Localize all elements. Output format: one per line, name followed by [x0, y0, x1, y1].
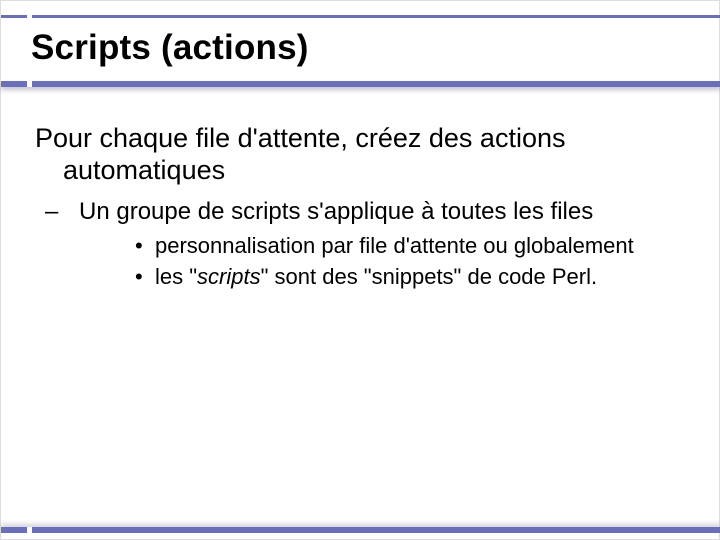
title-block: Scripts (actions) [27, 18, 695, 82]
slide-title: Scripts (actions) [31, 28, 695, 68]
dash-marker: – [63, 197, 79, 226]
bullet-item-1: personnalisation par file d'attente ou g… [135, 232, 675, 259]
bullet-2-post: " sont des "snippets" de code Perl. [261, 264, 598, 289]
title-underline-bar [1, 81, 720, 87]
slide: Scripts (actions) Pour chaque file d'att… [0, 0, 720, 540]
bottom-accent-bar [1, 527, 720, 533]
bullet-list: personnalisation par file d'attente ou g… [71, 232, 675, 291]
sub-list: – Un groupe de scripts s'applique à tout… [35, 197, 675, 291]
bullet-2-italic: scripts [197, 264, 261, 289]
sub-item: – Un groupe de scripts s'applique à tout… [71, 197, 675, 226]
bullet-2-pre: les " [155, 264, 197, 289]
bullet-1-text: personnalisation par file d'attente ou g… [155, 233, 634, 258]
main-point-text: Pour chaque file d'attente, créez des ac… [35, 123, 675, 187]
bullet-item-2: les "scripts" sont des "snippets" de cod… [135, 263, 675, 290]
body-area: Pour chaque file d'attente, créez des ac… [35, 123, 675, 295]
main-point: Pour chaque file d'attente, créez des ac… [35, 123, 675, 187]
sub-item-text: Un groupe de scripts s'applique à toutes… [79, 198, 593, 225]
